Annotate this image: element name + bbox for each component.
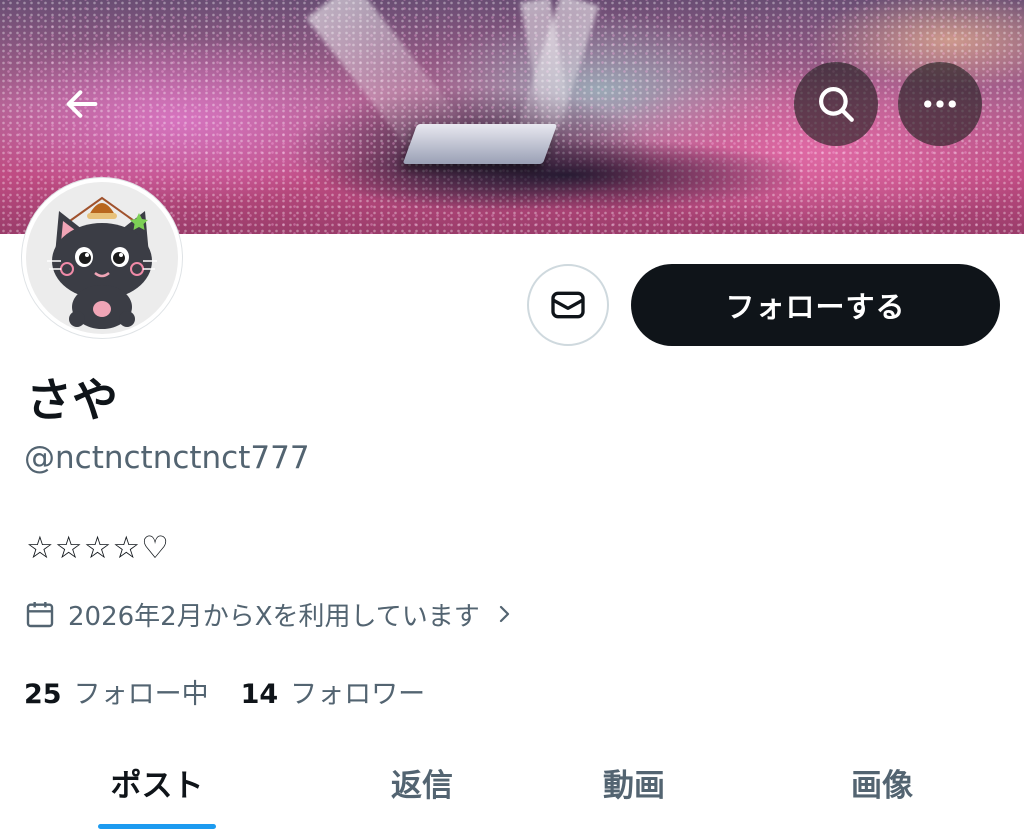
arrow-left-icon — [66, 90, 98, 118]
following-count[interactable]: 25 — [24, 679, 62, 710]
following-label[interactable]: フォロー中 — [74, 672, 209, 711]
search-icon — [819, 87, 854, 122]
more-horizontal-icon — [924, 100, 956, 108]
follow-button-label: フォローする — [725, 290, 906, 324]
back-button[interactable] — [40, 62, 124, 146]
calendar-icon — [24, 598, 56, 630]
tab-videos[interactable]: 動画 — [603, 760, 665, 805]
profile-bio: ☆☆☆☆♡ — [26, 530, 170, 566]
search-button[interactable] — [794, 62, 878, 146]
tab-posts[interactable]: ポスト — [111, 760, 204, 805]
tab-replies[interactable]: 返信 — [391, 760, 453, 805]
chevron-right-icon — [492, 602, 516, 626]
followers-count[interactable]: 14 — [241, 679, 279, 710]
joined-date-text: 2026年2月からXを利用しています — [68, 601, 480, 632]
joined-date-row[interactable]: 2026年2月からXを利用しています — [24, 596, 516, 632]
user-handle: @nctnctnctnct777 — [24, 440, 310, 476]
follow-stats: 25 フォロー中 14 フォロワー — [24, 672, 425, 711]
follow-button[interactable]: フォローする — [631, 264, 1000, 346]
envelope-icon — [551, 291, 585, 319]
more-button[interactable] — [898, 62, 982, 146]
display-name: さや — [26, 373, 118, 427]
profile-tabs: ポスト 返信 動画 画像 — [0, 760, 1024, 829]
active-tab-indicator — [98, 824, 216, 829]
avatar[interactable] — [22, 178, 182, 338]
cat-character-avatar-image — [47, 196, 157, 329]
tab-images[interactable]: 画像 — [851, 760, 913, 805]
banner-stage — [402, 124, 558, 164]
banner-arena-floor — [330, 140, 800, 210]
message-button[interactable] — [527, 264, 609, 346]
followers-label[interactable]: フォロワー — [290, 672, 425, 711]
